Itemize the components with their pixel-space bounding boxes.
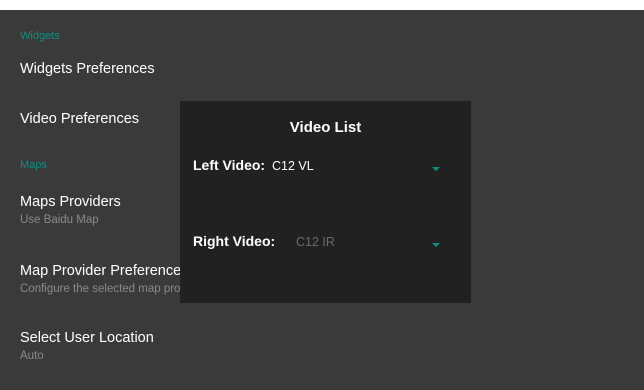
left-video-label: Left Video: — [193, 157, 266, 173]
right-video-value: C12 IR — [296, 235, 335, 249]
right-video-label: Right Video: — [193, 233, 276, 249]
pref-map-provider-preferences-summary: Configure the selected map provider — [20, 283, 206, 295]
pref-maps-providers-title: Maps Providers — [20, 194, 121, 210]
left-video-value: C12 VL — [272, 159, 314, 173]
left-video-dropdown-icon — [432, 167, 440, 171]
settings-screen: Widgets Widgets Preferences Video Prefer… — [0, 10, 644, 390]
pref-maps-providers-summary: Use Baidu Map — [20, 214, 99, 226]
top-strip — [0, 0, 644, 10]
pref-select-user-location-title: Select User Location — [20, 330, 154, 346]
pref-map-provider-preferences-title: Map Provider Preferences — [20, 263, 189, 279]
video-list-dialog: Video List Left Video: C12 VL Right Vide… — [180, 101, 471, 303]
right-video-dropdown-icon — [432, 243, 440, 247]
pref-video-preferences[interactable]: Video Preferences — [20, 111, 139, 127]
category-widgets: Widgets — [20, 30, 60, 42]
pref-widgets-preferences[interactable]: Widgets Preferences — [20, 61, 155, 77]
category-maps: Maps — [20, 159, 47, 171]
dialog-title: Video List — [289, 119, 362, 136]
pref-select-user-location-summary: Auto — [20, 350, 44, 362]
